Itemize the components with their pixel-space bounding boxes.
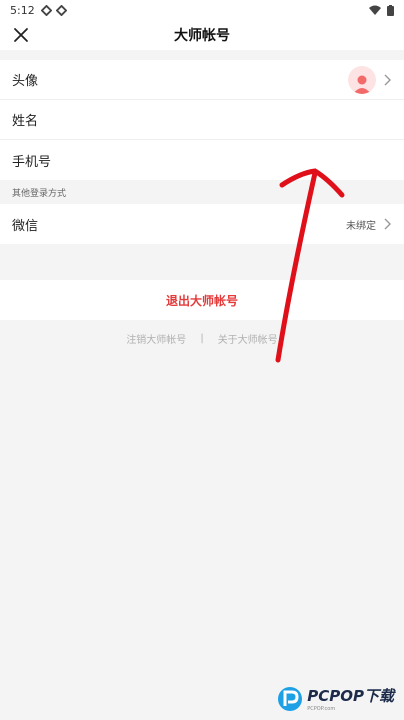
about-account-link[interactable]: 关于大师帐号	[218, 331, 278, 346]
name-row[interactable]: 姓名	[0, 100, 404, 140]
spacer	[0, 50, 404, 60]
chevron-right-icon	[384, 74, 391, 85]
status-time: 5:12	[10, 3, 35, 17]
sync-icon	[55, 4, 67, 16]
wechat-row[interactable]: 微信 未绑定	[0, 204, 404, 244]
phone-row[interactable]: 手机号	[0, 140, 404, 180]
sync-icon	[40, 4, 52, 16]
footer-links: 注销大师帐号 | 关于大师帐号	[0, 320, 404, 356]
cancel-account-link[interactable]: 注销大师帐号	[126, 331, 186, 346]
user-icon	[353, 75, 371, 94]
watermark-brand: PCPOP下载	[307, 687, 394, 705]
wechat-bind-status: 未绑定	[346, 220, 376, 232]
chevron-right-icon	[384, 218, 391, 230]
link-separator: |	[200, 332, 204, 344]
status-bar: 5:12	[0, 0, 404, 20]
nav-bar: 大师帐号	[0, 20, 404, 50]
wifi-icon	[369, 5, 381, 15]
watermark-sub: PCPOP.com	[307, 706, 336, 712]
other-login-section: 微信 未绑定	[0, 204, 404, 244]
wechat-label: 微信	[12, 218, 39, 234]
logout-button[interactable]: 退出大师帐号	[0, 280, 404, 320]
close-icon[interactable]	[12, 26, 30, 44]
avatar-row[interactable]: 头像	[0, 60, 404, 100]
avatar	[348, 65, 376, 94]
battery-icon	[387, 4, 394, 16]
watermark: PCPOP下载 PCPOP.com	[277, 685, 394, 712]
avatar-label: 头像	[12, 74, 39, 89]
other-login-section-label: 其他登录方式	[0, 180, 404, 204]
profile-section: 头像 姓名 手机号	[0, 60, 404, 180]
page-title: 大师帐号	[174, 28, 230, 44]
phone-label: 手机号	[12, 154, 52, 170]
spacer	[0, 244, 404, 280]
pcpop-logo-icon	[278, 686, 303, 711]
name-label: 姓名	[12, 114, 39, 129]
